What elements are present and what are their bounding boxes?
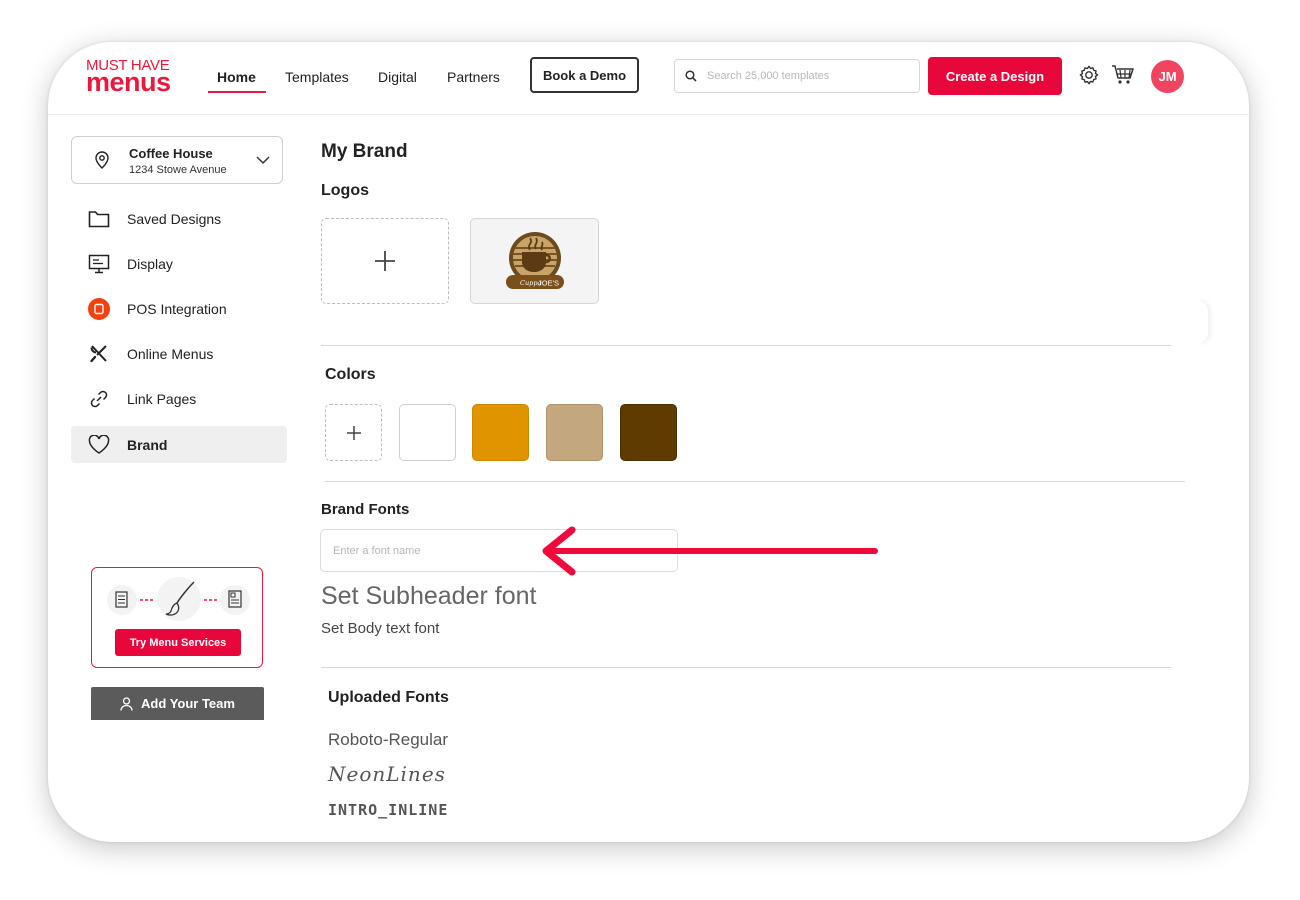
uploaded-font-item[interactable]: INTRO_INLINE xyxy=(328,801,448,819)
nav-templates[interactable]: Templates xyxy=(285,69,349,85)
menu-services-promo: Try Menu Services xyxy=(91,567,263,668)
nav-active-underline xyxy=(208,91,266,93)
sidebar-item-label: Saved Designs xyxy=(127,210,222,227)
divider xyxy=(321,345,1171,346)
create-design-button[interactable]: Create a Design xyxy=(928,57,1062,95)
divider xyxy=(321,667,1171,668)
location-address: 1234 Stowe Avenue xyxy=(129,164,227,176)
sidebar-item-label: POS Integration xyxy=(127,300,227,317)
uploaded-logo[interactable]: Cuppa JOE'S xyxy=(470,218,599,304)
sidebar-item-label: Display xyxy=(127,255,173,272)
uploaded-font-item[interactable]: Roboto-Regular xyxy=(328,730,448,750)
pos-icon xyxy=(88,297,110,320)
folder-icon xyxy=(88,210,110,227)
logo-brand-text: JOE'S xyxy=(538,279,559,288)
location-selector[interactable]: Coffee House 1234 Stowe Avenue xyxy=(71,136,283,184)
sidebar-item-label: Link Pages xyxy=(127,390,197,407)
body-font-setting[interactable]: Set Body text font xyxy=(321,620,439,637)
menu-services-illustration xyxy=(107,577,250,621)
add-logo-button[interactable] xyxy=(321,218,449,304)
color-swatch[interactable] xyxy=(399,404,456,461)
coffee-logo-image: Cuppa JOE'S xyxy=(506,232,564,289)
uploaded-font-item[interactable]: NeonLines xyxy=(328,762,446,786)
sidebar-item-label: Online Menus xyxy=(127,345,214,362)
sidebar-item-link-pages[interactable]: Link Pages xyxy=(71,380,287,417)
plus-icon xyxy=(375,251,395,271)
search-input[interactable] xyxy=(705,69,899,83)
color-swatch[interactable] xyxy=(620,404,677,461)
cart-icon[interactable] xyxy=(1111,64,1135,86)
plus-icon xyxy=(346,425,361,440)
sidebar-item-saved-designs[interactable]: Saved Designs xyxy=(71,200,287,237)
monitor-icon xyxy=(88,254,110,273)
divider xyxy=(325,481,1185,482)
link-icon xyxy=(90,390,108,407)
gear-icon[interactable] xyxy=(1078,64,1100,86)
nav-partners[interactable]: Partners xyxy=(447,69,500,85)
add-team-button[interactable]: Add Your Team xyxy=(91,687,264,720)
arrow-annotation-icon xyxy=(542,526,878,576)
color-swatch[interactable] xyxy=(546,404,603,461)
page-title: My Brand xyxy=(321,141,408,162)
nav-home[interactable]: Home xyxy=(217,69,256,85)
chevron-down-icon xyxy=(256,156,270,165)
book-demo-button[interactable]: Book a Demo xyxy=(530,57,639,93)
nav-digital[interactable]: Digital xyxy=(378,69,417,85)
logos-heading: Logos xyxy=(321,182,369,199)
location-name: Coffee House xyxy=(129,146,213,161)
utensils-icon xyxy=(90,344,107,362)
app-window: MUST HAVE menus Home Templates Digital P… xyxy=(48,42,1249,842)
user-icon xyxy=(120,696,133,711)
logo-line2: menus xyxy=(86,67,171,97)
brand-fonts-heading: Brand Fonts xyxy=(321,501,410,518)
sidebar-item-online-menus[interactable]: Online Menus xyxy=(71,335,287,372)
search-icon xyxy=(685,70,697,82)
sidebar-item-pos-integration[interactable]: POS Integration xyxy=(71,290,287,327)
colors-heading: Colors xyxy=(325,366,376,383)
add-team-label: Add Your Team xyxy=(141,696,235,711)
user-avatar[interactable]: JM xyxy=(1151,60,1184,93)
uploaded-fonts-heading: Uploaded Fonts xyxy=(328,689,449,706)
top-header: MUST HAVE menus Home Templates Digital P… xyxy=(48,42,1249,115)
brand-logo[interactable]: MUST HAVE menus xyxy=(86,58,171,96)
scroll-handle[interactable] xyxy=(1196,300,1208,344)
try-menu-services-button[interactable]: Try Menu Services xyxy=(115,629,241,656)
search-box[interactable] xyxy=(674,59,920,93)
add-color-button[interactable] xyxy=(325,404,382,461)
subheader-font-setting[interactable]: Set Subheader font xyxy=(321,582,536,611)
color-swatch[interactable] xyxy=(472,404,529,461)
sidebar-item-brand[interactable]: Brand xyxy=(71,426,287,463)
sidebar-item-label: Brand xyxy=(127,436,168,453)
heart-icon xyxy=(88,434,110,454)
sidebar-item-display[interactable]: Display xyxy=(71,245,287,282)
location-pin-icon xyxy=(95,151,109,169)
